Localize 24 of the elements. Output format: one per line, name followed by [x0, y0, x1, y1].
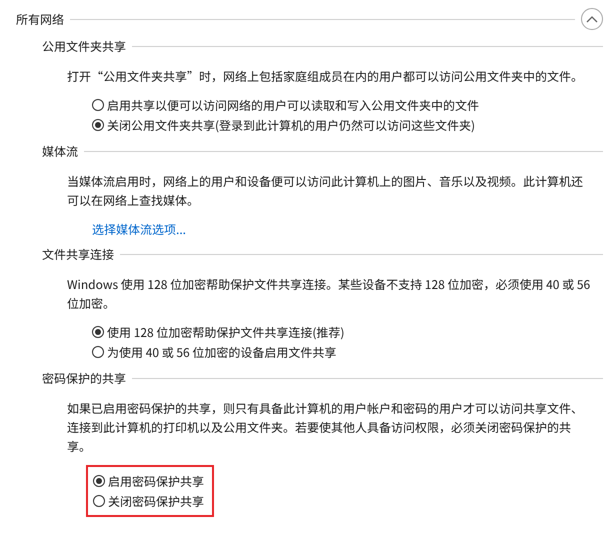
radio-button[interactable] — [92, 326, 104, 338]
radio-button[interactable] — [93, 495, 105, 507]
chevron-icon — [586, 15, 598, 23]
radio-button[interactable] — [93, 475, 105, 487]
radio-button[interactable] — [92, 119, 104, 131]
option-label: 启用共享以便可以访问网络的用户可以读取和写入公用文件夹中的文件 — [107, 96, 480, 114]
section-description: 当媒体流启用时，网络上的用户和设备便可以访问此计算机上的图片、音乐以及视频。此计算机还可以在网络上查找媒体。 — [67, 172, 584, 210]
section-title: 公用文件夹共享 — [42, 38, 126, 54]
radio-button[interactable] — [92, 99, 104, 111]
group-title: 所有网络 — [16, 10, 64, 28]
option-label: 启用密码保护共享 — [108, 472, 204, 490]
option-label: 使用 128 位加密帮助保护文件共享连接(推荐) — [107, 324, 344, 340]
option-label: 关闭密码保护共享 — [108, 492, 204, 510]
section-title: 媒体流 — [42, 142, 78, 160]
section-description: 如果已启用密码保护的共享，则只有具备此计算机的用户帐户和密码的用户才可以访问共享文件、连接到此计算机的打印机以及公用文件夹。若要使其他人具备访问权限，必须关闭密码保护的共享。 — [67, 399, 584, 456]
section-title: 文件共享连接 — [42, 246, 114, 262]
radio-button[interactable] — [92, 346, 104, 358]
media-options-link[interactable]: 选择媒体流选项... — [92, 221, 186, 238]
section-title: 密码保护的共享 — [42, 370, 126, 386]
collapse-button[interactable] — [581, 8, 603, 30]
section-description: 打开“公用文件夹共享”时，网络上包括家庭组成员在内的用户都可以访问公用文件夹中的文件。 — [67, 67, 584, 86]
section-description: Windows 使用 128 位加密帮助保护文件共享连接。某些设备不支持 128 位加密，必须使用 40 或 56 位加密。 — [67, 275, 592, 313]
option-label: 关闭公用文件夹共享(登录到此计算机的用户仍然可以访问这些文件夹) — [107, 116, 476, 134]
option-label: 为使用 40 或 56 位加密的设备启用文件共享 — [107, 344, 336, 360]
